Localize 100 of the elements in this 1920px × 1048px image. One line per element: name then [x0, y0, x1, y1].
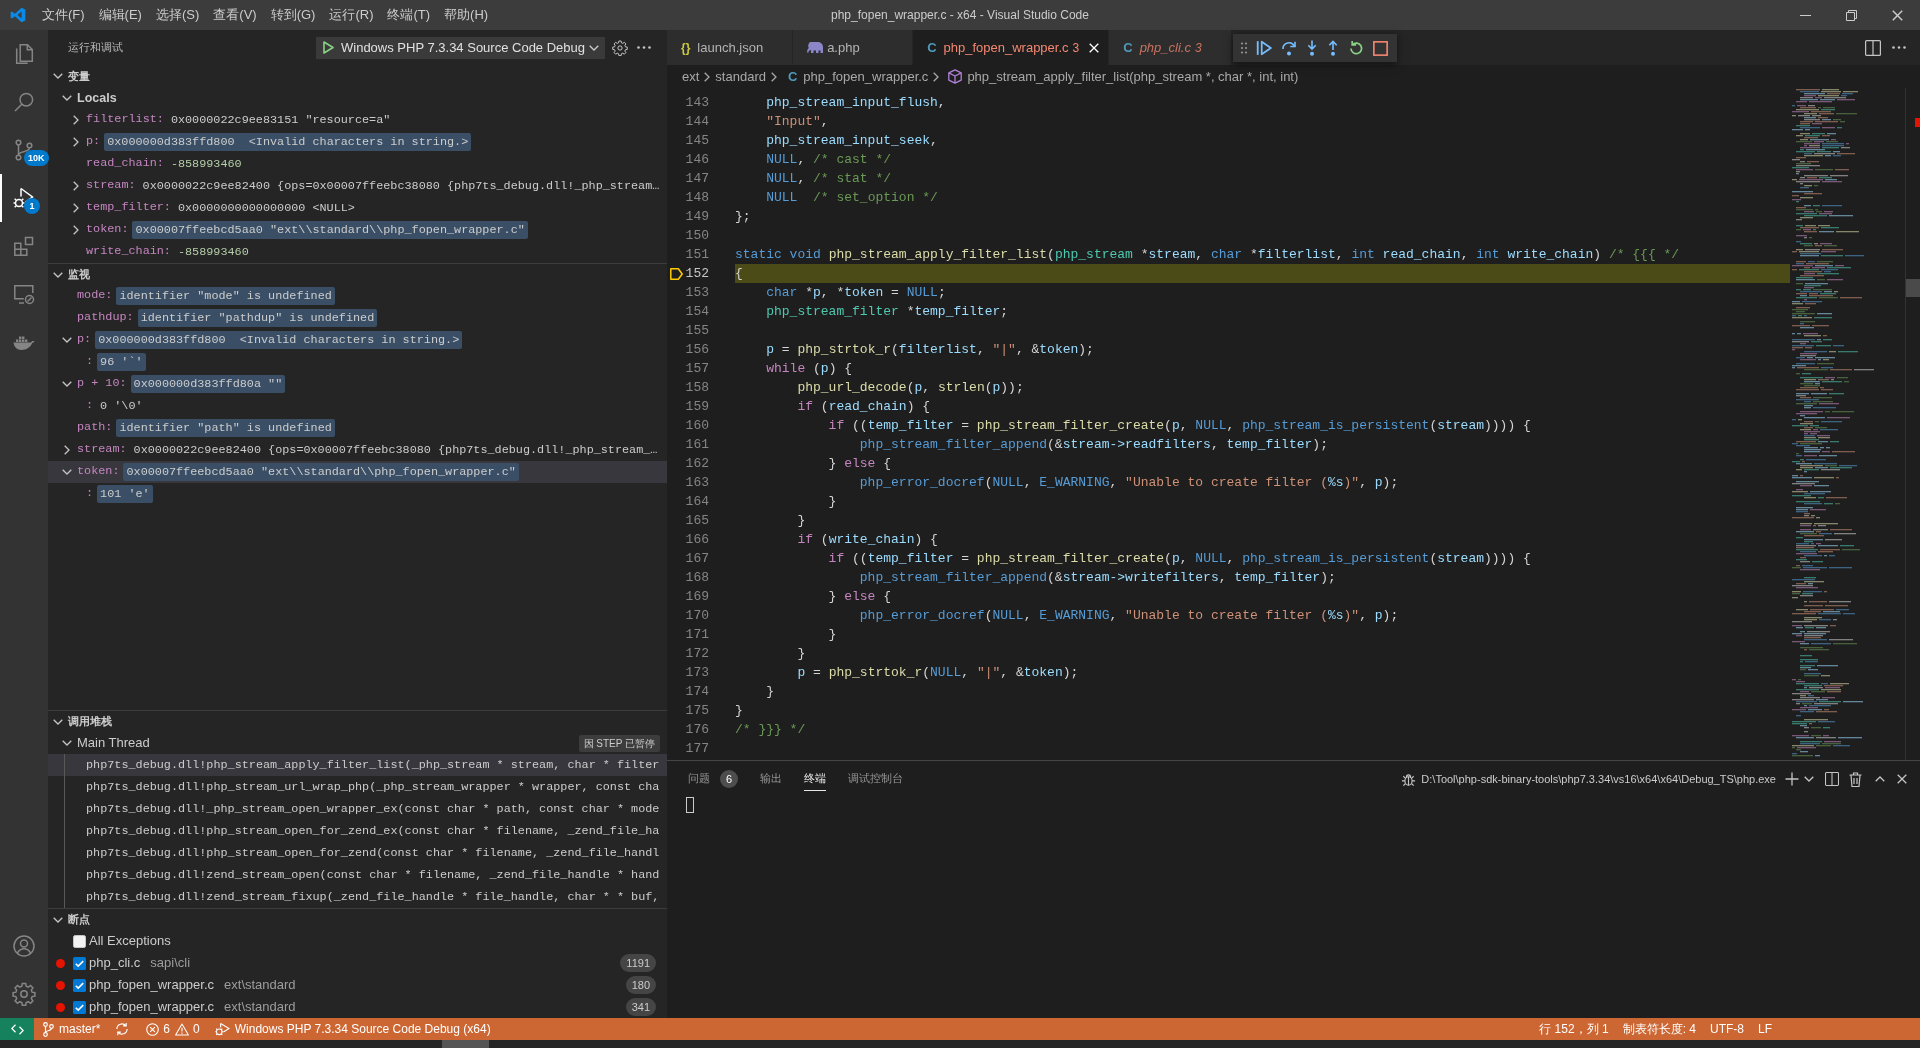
menu-item[interactable]: 帮助(H)	[437, 5, 496, 25]
chevron-down-icon[interactable]	[53, 271, 63, 278]
chevron-down-icon[interactable]	[62, 95, 72, 101]
branch-name[interactable]: master*	[59, 1020, 101, 1038]
chevron-down-icon[interactable]	[62, 469, 72, 475]
section-title[interactable]: 断点	[68, 911, 90, 928]
breakpoint-dot-icon[interactable]	[55, 1002, 65, 1012]
menu-item[interactable]: 终端(T)	[380, 5, 438, 25]
sync-icon[interactable]	[115, 1022, 130, 1036]
continue-icon[interactable]	[1256, 40, 1272, 56]
chevron-down-icon[interactable]	[53, 718, 63, 725]
variable-row[interactable]: token: 0x00007ffeebcd5aa0 "ext\\standard\\php_fopen_wrapper.c"	[48, 461, 667, 483]
checkbox[interactable]	[73, 1000, 86, 1014]
close-icon[interactable]	[1891, 9, 1903, 21]
chevron-down-icon[interactable]	[62, 740, 72, 746]
variable-row[interactable]: stream: 0x0000022c9ee82400 {ops=0x00007ffeebc38080 {php7ts_debug.dll!_php_stream_…	[48, 439, 667, 461]
scrollbar-thumb[interactable]	[1906, 279, 1920, 297]
restart-icon[interactable]	[1348, 40, 1364, 56]
checkbox[interactable]	[73, 978, 86, 992]
variable-row[interactable]: temp_filter: 0x0000000000000000 <NULL>	[48, 197, 667, 219]
stop-icon[interactable]	[1373, 40, 1388, 56]
stack-frame[interactable]: php7ts_debug.dll!php_stream_url_wrap_php(_php_stream_wrapper * wrapper, const cha	[48, 776, 667, 798]
editor-tab[interactable]: {} launch.json	[667, 30, 794, 65]
settings-icon[interactable]	[612, 39, 628, 56]
thread-name[interactable]: Main Thread	[77, 733, 150, 753]
menu-item[interactable]: 查看(V)	[206, 5, 264, 25]
monitor-icon[interactable]	[12, 282, 36, 306]
split-icon[interactable]	[1825, 772, 1839, 786]
menu-item[interactable]: 编辑(E)	[91, 5, 149, 25]
chevron-right-icon[interactable]	[73, 115, 79, 125]
search-icon[interactable]	[12, 90, 36, 114]
breadcrumb-item[interactable]: standard	[715, 66, 766, 87]
scope-name[interactable]: Locals	[77, 88, 117, 108]
panel-tab[interactable]: 输出	[760, 767, 782, 791]
chevron-down-icon[interactable]	[53, 73, 63, 79]
error-count[interactable]: 6	[163, 1020, 171, 1038]
remote-button[interactable]	[0, 1018, 34, 1040]
chevron-right-icon[interactable]	[73, 225, 79, 235]
chevron-down-icon[interactable]	[62, 381, 72, 387]
close-icon[interactable]	[1897, 774, 1907, 784]
error-icon[interactable]	[146, 1022, 160, 1036]
chevron-right-icon[interactable]	[73, 203, 79, 213]
stack-frame[interactable]: php7ts_debug.dll!php_stream_open_for_zend_ex(const char * filename, _zend_file_ha	[48, 820, 667, 842]
checkbox[interactable]	[73, 956, 86, 970]
stack-frame[interactable]: php7ts_debug.dll!php_stream_apply_filter_list(_php_stream * stream, char * filter	[48, 754, 667, 776]
stack-frame[interactable]: php7ts_debug.dll!_php_stream_open_wrapper_ex(const char * path, const char * mode	[48, 798, 667, 820]
variable-row[interactable]: filterlist: 0x0000022c9ee83151 "resource=a"	[48, 109, 667, 131]
editor-tab[interactable]: a.php	[793, 30, 914, 65]
section-title[interactable]: 变量	[68, 67, 90, 85]
warning-count[interactable]: 0	[193, 1020, 200, 1038]
breadcrumb-item[interactable]: ext	[682, 66, 700, 87]
account-icon[interactable]	[12, 934, 36, 958]
chevron-down-icon[interactable]	[1804, 776, 1814, 782]
step-into-icon[interactable]	[1306, 40, 1318, 56]
status-item[interactable]: LF	[1758, 1020, 1772, 1038]
menu-item[interactable]: 转到(G)	[263, 5, 323, 25]
minimize-icon[interactable]	[1799, 14, 1811, 16]
panel-tab[interactable]: 问题	[688, 767, 710, 791]
step-over-icon[interactable]	[1281, 40, 1297, 56]
status-item[interactable]: UTF-8	[1710, 1020, 1744, 1038]
chevron-up-icon[interactable]	[1875, 776, 1885, 782]
panel-tab[interactable]: 调试控制台	[848, 767, 903, 791]
section-title[interactable]: 调用堆栈	[68, 713, 112, 730]
plus-icon[interactable]	[1785, 772, 1799, 786]
variable-row[interactable]: : 0 '\0'	[48, 395, 667, 417]
gripper-icon[interactable]	[1241, 42, 1247, 54]
breadcrumb-item[interactable]: php_stream_apply_filter_list(php_stream *, char *, int, int)	[967, 66, 1299, 87]
variable-row[interactable]: mode: identifier "mode" is undefined	[48, 285, 667, 307]
debug-target[interactable]: Windows PHP 7.3.34 Source Code Debug (x64)	[234, 1020, 491, 1038]
stack-frame[interactable]: php7ts_debug.dll!php_stream_open_for_zend(const char * filename, _zend_file_handl	[48, 842, 667, 864]
section-title[interactable]: 监视	[68, 266, 90, 283]
play-icon[interactable]	[323, 41, 334, 54]
play-bug-icon[interactable]	[12, 186, 36, 210]
menu-item[interactable]: 文件(F)	[35, 5, 92, 25]
chevron-right-icon[interactable]	[73, 137, 79, 147]
variable-row[interactable]: write_chain: -858993460	[48, 241, 667, 263]
blocks-icon[interactable]	[12, 234, 36, 258]
breakpoint-dot-icon[interactable]	[55, 980, 65, 990]
chevron-right-icon[interactable]	[64, 445, 70, 455]
variable-row[interactable]: token: 0x00007ffeebcd5aa0 "ext\\standard\\php_fopen_wrapper.c"	[48, 219, 667, 241]
warning-icon[interactable]	[175, 1022, 190, 1036]
variable-row[interactable]: pathdup: identifier "pathdup" is undefined	[48, 307, 667, 329]
variable-row[interactable]: p: 0x000000d383ffd800 <Invalid characters in string.>	[48, 329, 667, 351]
settings-icon[interactable]	[12, 982, 36, 1006]
variable-row[interactable]: path: identifier "path" is undefined	[48, 417, 667, 439]
chevron-right-icon[interactable]	[73, 181, 79, 191]
variable-row[interactable]: : 96 '`'	[48, 351, 667, 373]
status-item[interactable]: 行 152，列 1	[1539, 1020, 1609, 1038]
variable-row[interactable]: read_chain: -858993460	[48, 153, 667, 175]
variable-row[interactable]: p: 0x000000d383ffd800 <Invalid characters in string.>	[48, 131, 667, 153]
stack-frame[interactable]: php7ts_debug.dll!zend_stream_open(const char * filename, _zend_file_handle * hand	[48, 864, 667, 886]
stack-frame[interactable]: php7ts_debug.dll!zend_stream_fixup(_zend_file_handle * file_handle, char * * buf,	[48, 886, 667, 908]
variable-row[interactable]: stream: 0x0000022c9ee82400 {ops=0x00007ffeebc38080 {php7ts_debug.dll!_php_stream…	[48, 175, 667, 197]
panel-tab[interactable]: 终端	[804, 767, 826, 791]
more-icon[interactable]	[637, 46, 651, 49]
status-item[interactable]: 制表符长度: 4	[1622, 1020, 1696, 1038]
chevron-down-icon[interactable]	[62, 337, 72, 343]
menu-item[interactable]: 运行(R)	[322, 5, 381, 25]
menu-item[interactable]: 选择(S)	[148, 5, 207, 25]
more-icon[interactable]	[1892, 46, 1906, 49]
